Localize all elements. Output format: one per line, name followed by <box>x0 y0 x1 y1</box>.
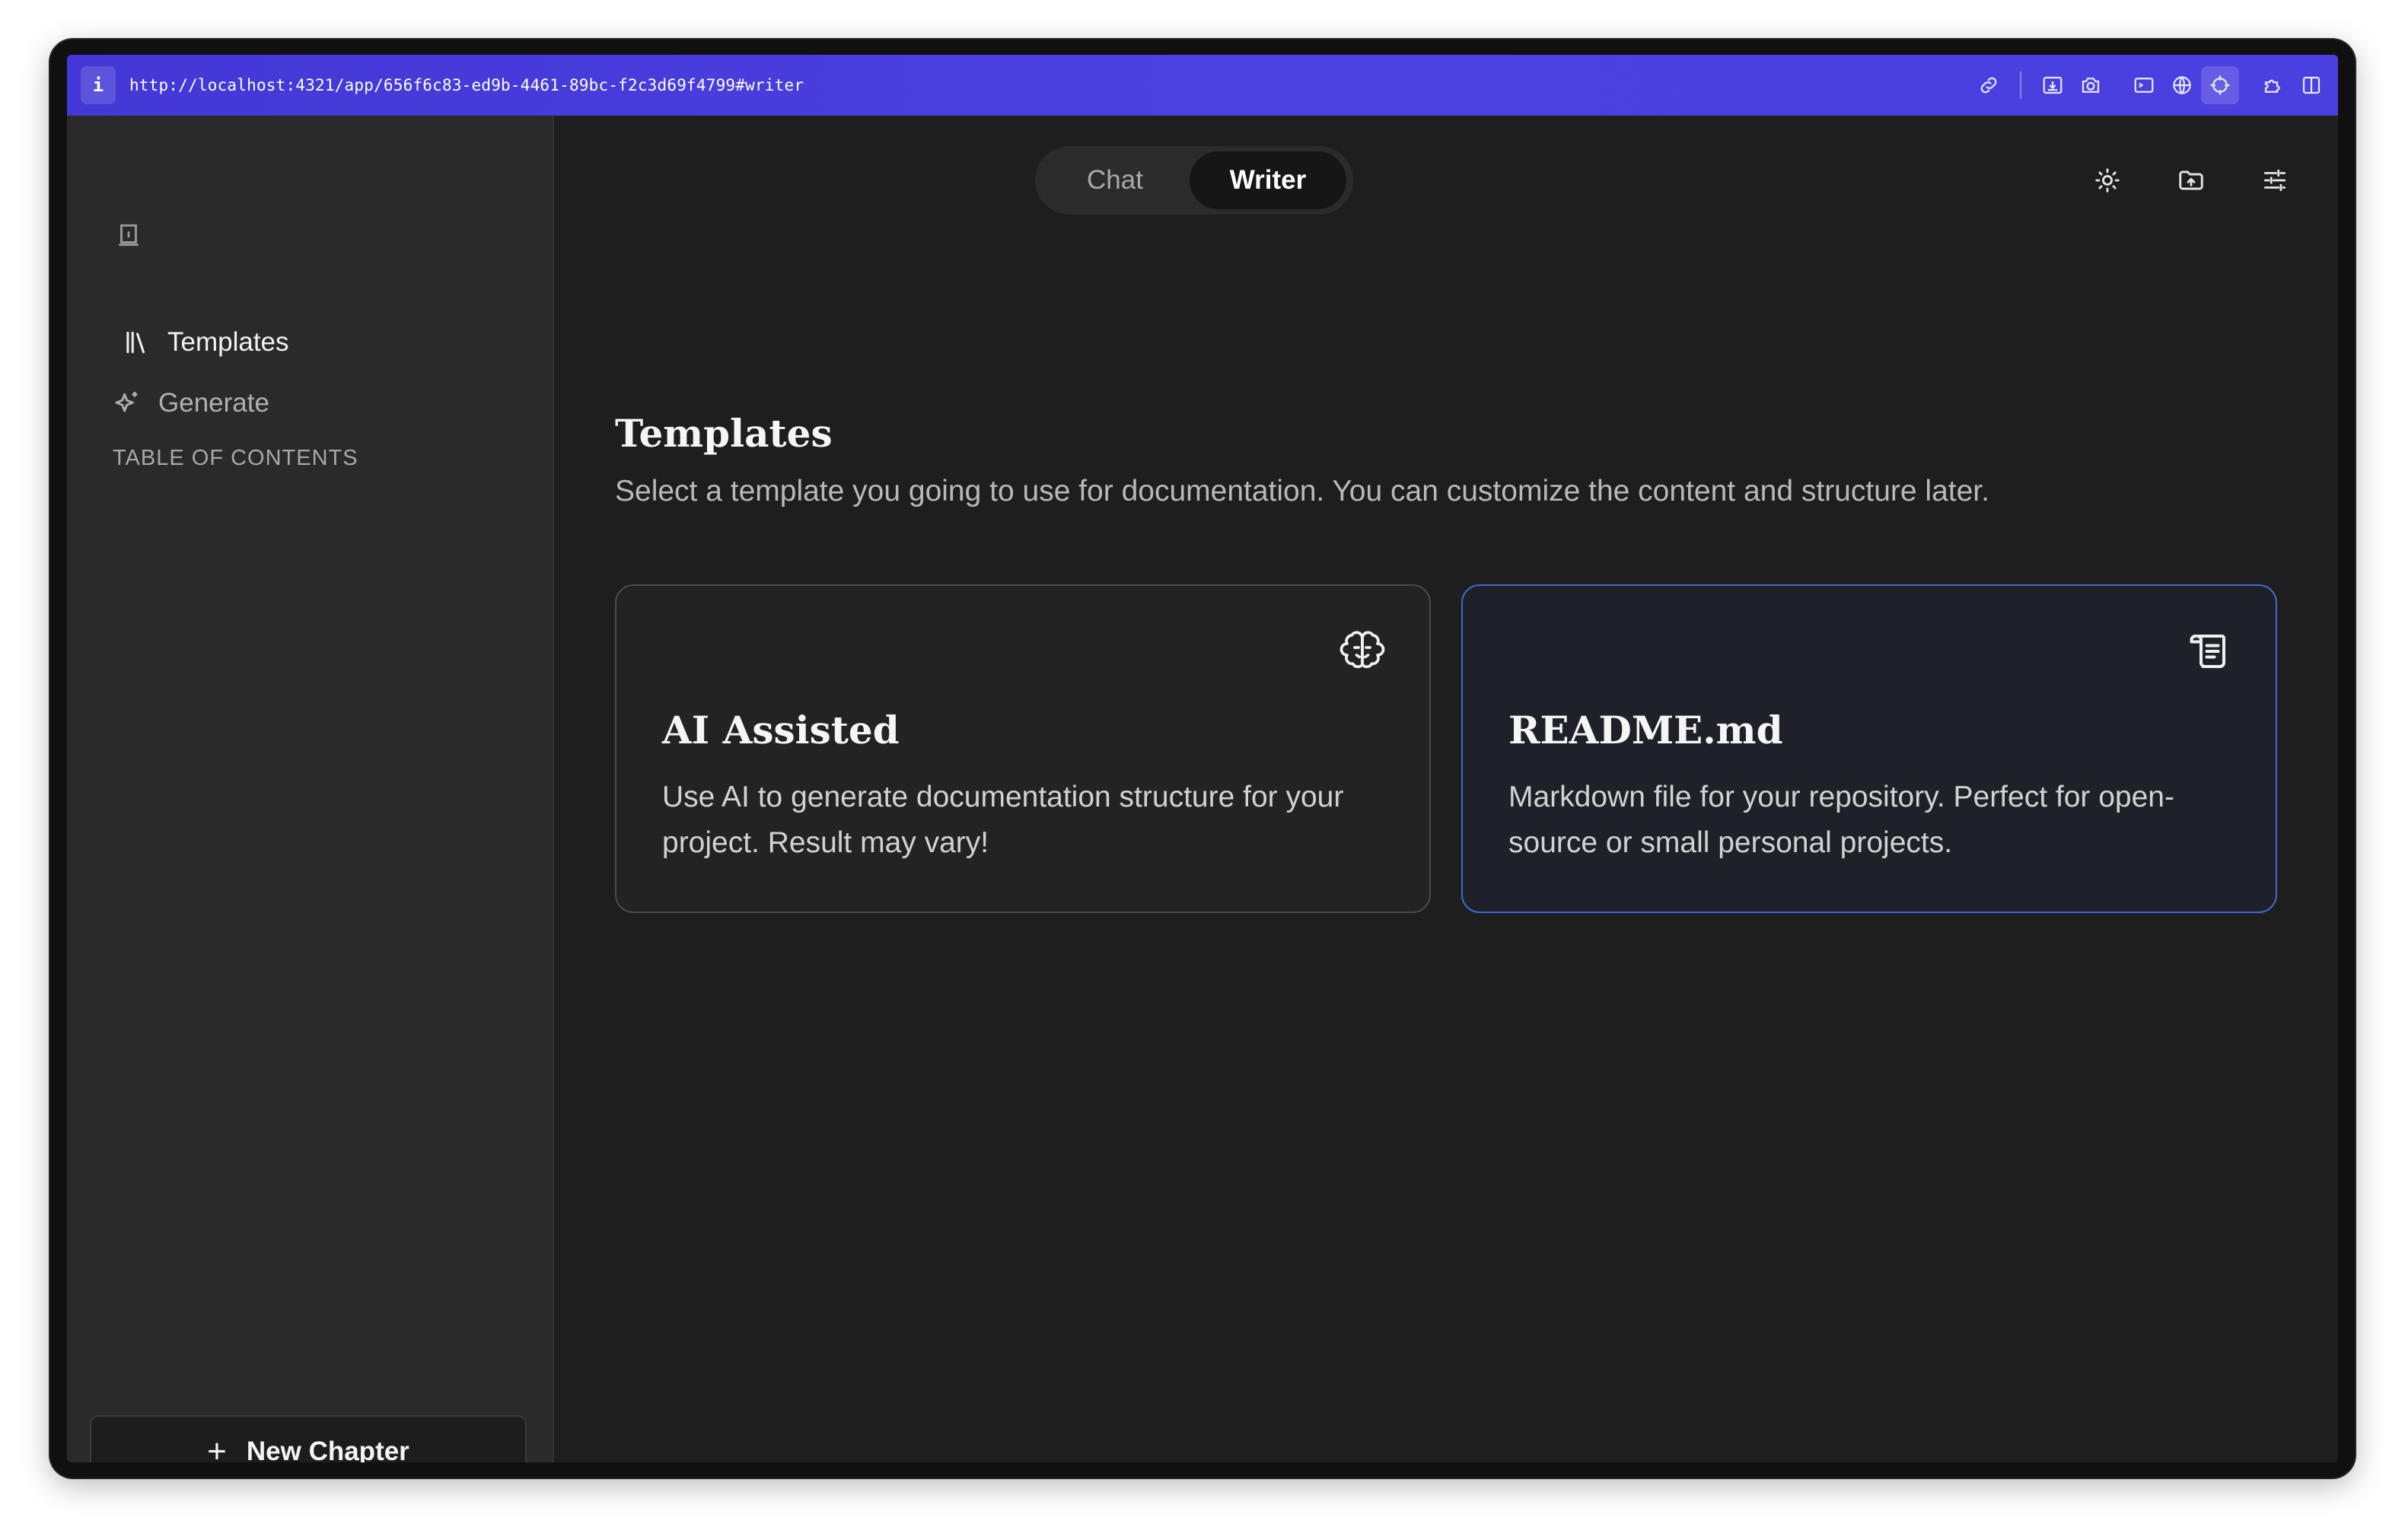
template-card-ai-assisted[interactable]: AI Assisted Use AI to generate documenta… <box>615 584 1431 913</box>
card-description: Use AI to generate documentation structu… <box>662 781 1344 859</box>
sliders-icon[interactable] <box>2254 160 2295 201</box>
crosshair-icon[interactable] <box>2201 66 2239 104</box>
site-info-button[interactable]: i <box>81 66 116 104</box>
toolbar-divider <box>2020 72 2021 99</box>
card-title: README.md <box>1508 708 1783 752</box>
terminal-icon[interactable] <box>2125 66 2163 104</box>
globe-icon[interactable] <box>2163 66 2201 104</box>
folder-upload-icon[interactable] <box>2171 160 2212 201</box>
brain-icon <box>1339 628 1385 674</box>
sidebar-item-label: Generate <box>158 388 269 418</box>
sidebar-item-templates[interactable]: Templates <box>120 323 289 361</box>
camera-icon[interactable] <box>2072 66 2110 104</box>
url-text[interactable]: http://localhost:4321/app/656f6c83-ed9b-… <box>129 76 804 94</box>
template-card-readme[interactable]: README.md Markdown file for your reposit… <box>1461 584 2277 913</box>
mode-switch: Chat Writer <box>1035 146 1353 215</box>
sidebar-toggle-icon[interactable] <box>114 221 143 250</box>
card-title: AI Assisted <box>662 708 900 752</box>
library-icon <box>120 326 152 358</box>
link-icon[interactable] <box>1970 66 2008 104</box>
sun-icon[interactable] <box>2087 160 2128 201</box>
scroll-icon <box>2186 628 2231 674</box>
split-view-icon[interactable] <box>2292 66 2330 104</box>
page-title: Templates <box>615 411 833 456</box>
new-chapter-button[interactable]: + New Chapter <box>90 1415 527 1462</box>
app-window: i http://localhost:4321/app/656f6c83-ed9… <box>50 40 2355 1478</box>
sidebar-item-generate[interactable]: Generate <box>111 384 269 422</box>
main-content: Chat Writer Templates Select a template … <box>554 116 2338 1462</box>
tab-chat[interactable]: Chat <box>1040 151 1190 209</box>
card-description: Markdown file for your repository. Perfe… <box>1508 781 2174 859</box>
download-icon[interactable] <box>2034 66 2072 104</box>
window-content: i http://localhost:4321/app/656f6c83-ed9… <box>67 55 2338 1462</box>
puzzle-icon[interactable] <box>2254 66 2292 104</box>
page-subtitle: Select a template you going to use for d… <box>615 475 1989 508</box>
sparkles-icon <box>111 387 143 419</box>
header-actions <box>2044 160 2295 201</box>
address-bar: i http://localhost:4321/app/656f6c83-ed9… <box>67 55 2338 116</box>
tab-writer[interactable]: Writer <box>1190 151 1346 209</box>
sidebar-item-label: Templates <box>167 327 289 357</box>
plus-icon: + <box>207 1433 227 1463</box>
new-chapter-label: New Chapter <box>246 1437 409 1462</box>
sidebar: Templates Generate TABLE OF CONTENTS + N… <box>67 116 554 1462</box>
table-of-contents-heading: TABLE OF CONTENTS <box>113 446 358 470</box>
browser-toolbar <box>1970 55 2330 116</box>
